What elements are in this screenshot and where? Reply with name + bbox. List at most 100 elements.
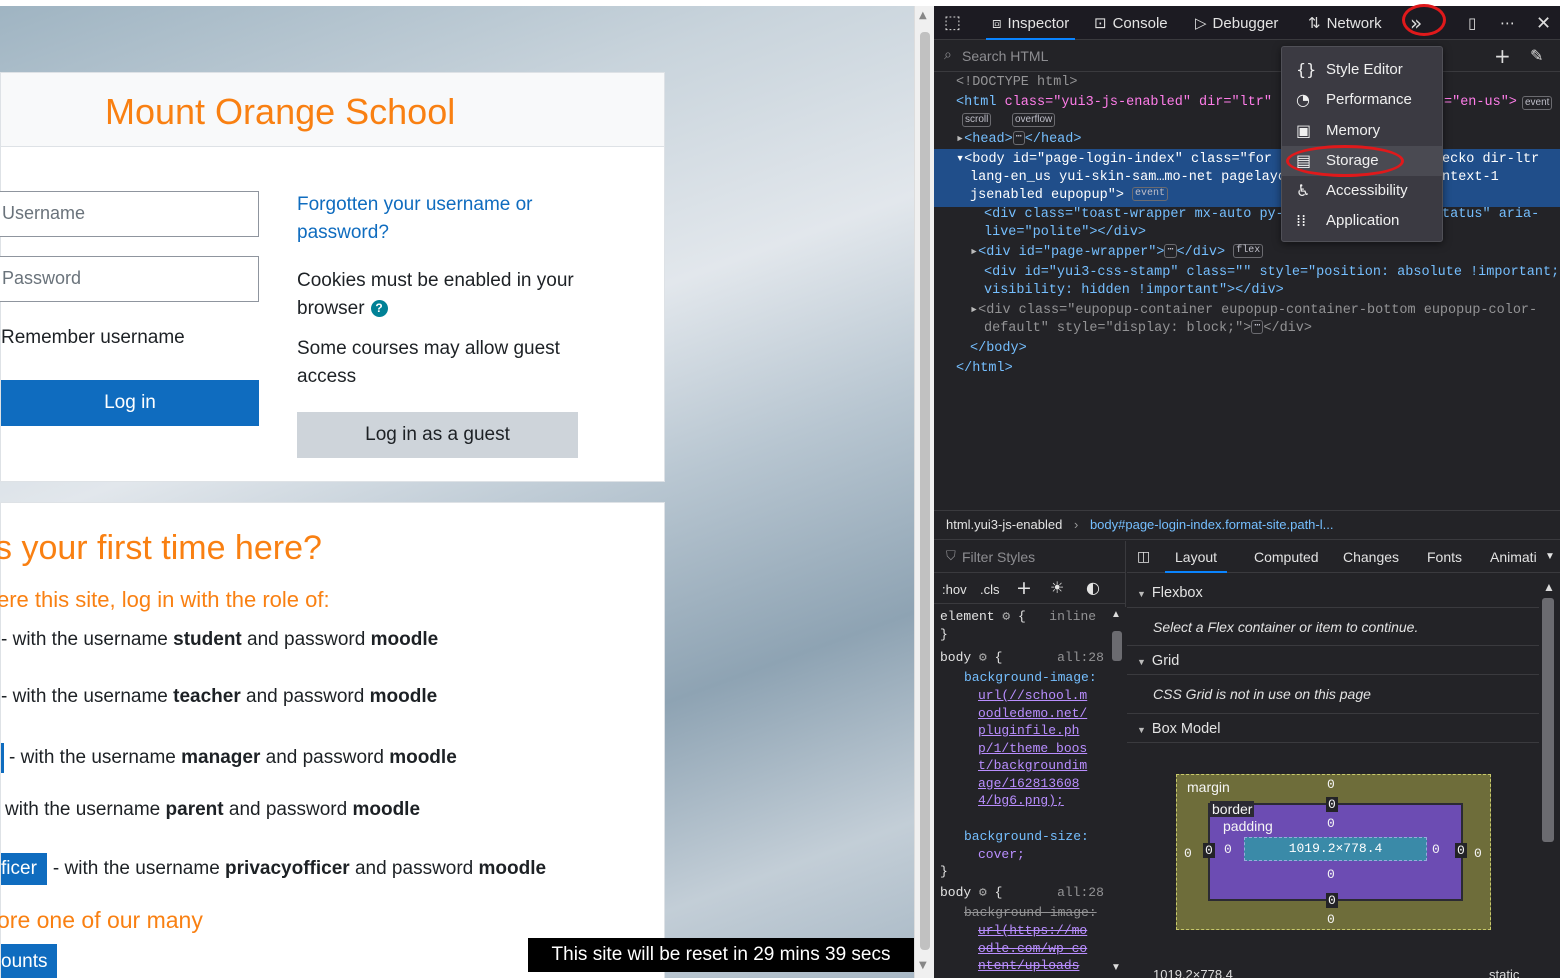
accounts-button[interactable]: ounts [1, 944, 58, 978]
toggle-sidebar-icon[interactable]: ◫ [1137, 541, 1150, 573]
margin-left-value[interactable]: 0 [1184, 846, 1192, 861]
tab-layout[interactable]: Layout [1165, 541, 1228, 573]
scroll-badge[interactable]: scroll [962, 113, 992, 127]
css-prop[interactable]: background-size: [964, 828, 1089, 846]
forgot-password-link[interactable]: Forgotten your username or password? [297, 191, 577, 247]
rule-source[interactable]: all:28 [1057, 650, 1104, 665]
ellipsis-badge[interactable]: ⋯ [1251, 320, 1264, 335]
border-bottom-value[interactable]: 0 [1326, 893, 1338, 908]
manager-role-button[interactable] [1, 743, 4, 773]
light-mode-icon[interactable]: ☀ [1050, 578, 1064, 597]
body-node-line-1[interactable]: ▾<body id="page-login-index" class="for [956, 151, 1272, 169]
scroll-up-icon[interactable]: ▲ [1543, 580, 1555, 594]
layout-scrollbar[interactable]: ▲ [1539, 578, 1560, 978]
tag: <div class="toast-wrapper mx-auto py- [984, 207, 1284, 222]
filter-styles-input[interactable]: Filter Styles [962, 549, 1035, 565]
border-left-value[interactable]: 0 [1203, 843, 1215, 858]
menu-item-accessibility[interactable]: ♿ Accessibility [1282, 176, 1442, 206]
grid-section-header[interactable]: ▼ Grid [1127, 645, 1539, 675]
login-button[interactable]: Log in [1, 380, 259, 426]
html-close: </html> [956, 361, 1013, 376]
margin-right-value[interactable]: 0 [1474, 846, 1482, 861]
css-prop[interactable]: background-image: [964, 669, 1097, 687]
css-value[interactable]: cover; [978, 846, 1025, 864]
password-input[interactable]: Password [0, 256, 259, 302]
menu-item-memory[interactable]: ▣ Memory [1282, 116, 1442, 146]
username-input[interactable]: Username [0, 191, 259, 237]
ellipsis-badge[interactable]: ⋯ [1164, 244, 1177, 259]
overflow-badge[interactable]: overflow [1012, 113, 1056, 127]
overridden-value[interactable]: url(https://moodle.com/wp-content/upload… [978, 922, 1092, 978]
page-scrollbar[interactable]: ▲ ▼ [914, 6, 934, 978]
privacyofficer-role-button[interactable]: ficer [1, 853, 47, 885]
menu-item-application[interactable]: ⁞⁞ Application [1282, 206, 1442, 236]
border-top-value[interactable]: 0 [1326, 797, 1338, 812]
tab-debugger[interactable]: ▷ Debugger [1195, 6, 1278, 40]
remember-username-label[interactable]: Remember username [1, 327, 185, 349]
rules-scrollbar[interactable]: ▲ ▼ [1108, 607, 1126, 978]
scroll-down-icon[interactable]: ▼ [1111, 962, 1121, 973]
scroll-down-icon[interactable]: ▼ [919, 960, 927, 971]
tab-fonts[interactable]: Fonts [1427, 541, 1462, 573]
breadcrumb-item[interactable]: html.yui3-js-enabled [946, 517, 1062, 532]
search-html-input[interactable]: Search HTML [962, 48, 1048, 64]
add-node-icon[interactable]: + [1494, 44, 1511, 68]
page-wrapper-node[interactable]: ▸<div id="page-wrapper"> ⋯ </div> flex [970, 244, 1264, 262]
add-rule-icon[interactable]: + [1016, 577, 1032, 599]
dark-mode-icon[interactable]: ◐ [1086, 578, 1100, 597]
padding-bottom-value[interactable]: 0 [1327, 867, 1335, 882]
annotation-circle-overflow [1402, 4, 1446, 36]
eyedropper-icon[interactable]: ✎ [1530, 46, 1543, 65]
flexbox-section-header[interactable]: ▼ Flexbox [1127, 578, 1539, 608]
scroll-up-icon[interactable]: ▲ [919, 10, 927, 21]
help-icon[interactable]: ? [370, 300, 388, 318]
tab-animations[interactable]: Animati [1490, 541, 1537, 573]
box-model-section-header[interactable]: ▼ Box Model [1127, 713, 1539, 743]
more-options-icon[interactable]: ⋯ [1500, 6, 1515, 40]
menu-item-style-editor[interactable]: {} Style Editor [1282, 55, 1442, 85]
tab-network[interactable]: ⇅ Network [1308, 6, 1382, 40]
flex-badge[interactable]: flex [1233, 244, 1264, 259]
scrollbar-thumb[interactable] [1112, 631, 1122, 661]
scroll-up-icon[interactable]: ▲ [1111, 609, 1121, 620]
tab-console[interactable]: ⊡ Console [1094, 6, 1168, 40]
event-badge[interactable]: event [1132, 187, 1169, 202]
breadcrumb-item[interactable]: body#page-login-index.format-site.path-l… [1090, 517, 1334, 532]
close-icon[interactable]: ✕ [1536, 6, 1551, 40]
head-node[interactable]: ▸<head> ⋯ </head> [956, 131, 1082, 149]
margin-bottom-value[interactable]: 0 [1327, 912, 1335, 927]
console-icon: ⊡ [1094, 14, 1107, 32]
margin-top-value[interactable]: 0 [1327, 777, 1335, 792]
hov-toggle[interactable]: :hov [942, 582, 967, 597]
cls-toggle[interactable]: .cls [980, 582, 1000, 597]
tag: <body id="page-login-index" class="for [964, 152, 1272, 167]
guest-login-button[interactable]: Log in as a guest [297, 412, 578, 458]
tab-changes[interactable]: Changes [1343, 541, 1399, 573]
event-badge[interactable]: event [1522, 96, 1553, 110]
rule-source[interactable]: all:28 [1057, 885, 1104, 900]
cookies-notice: Cookies must be enabled in your browser? [297, 267, 587, 323]
padding-top-value[interactable]: 0 [1327, 816, 1335, 831]
element-picker-icon[interactable]: ⬚ [944, 6, 961, 40]
toast-wrapper-node[interactable]: <div class="toast-wrapper mx-auto py- [984, 206, 1284, 224]
role-username: parent [165, 799, 224, 820]
eupopup-node[interactable]: ▸<div class="eupopup-container eupopup-c… [970, 302, 1537, 320]
box-model-content[interactable]: 1019.2×778.4 [1244, 837, 1427, 861]
role-username: privacyofficer [225, 858, 350, 880]
padding-right-value[interactable]: 0 [1432, 842, 1440, 857]
css-stamp-node[interactable]: <div id="yui3-css-stamp" class="" style=… [984, 264, 1559, 282]
html-open-line[interactable]: <html class="yui3-js-enabled" dir="ltr" [956, 94, 1272, 112]
responsive-design-icon[interactable]: ▯ [1468, 6, 1476, 40]
overridden-prop[interactable]: background-image: [964, 904, 1097, 922]
menu-item-performance[interactable]: ◔ Performance [1282, 85, 1442, 115]
scrollbar-thumb[interactable] [1542, 598, 1554, 842]
border-right-value[interactable]: 0 [1455, 843, 1467, 858]
css-url-value[interactable]: url(//school.moodledemo.net/pluginfile.p… [978, 687, 1092, 810]
ellipsis-badge[interactable]: ⋯ [1012, 131, 1025, 146]
tab-computed[interactable]: Computed [1254, 541, 1319, 573]
padding-left-value[interactable]: 0 [1224, 842, 1232, 857]
scrollbar-thumb[interactable] [920, 32, 930, 950]
role-line-student: - with the username student and password… [1, 629, 438, 651]
tabs-overflow-icon[interactable]: ▼ [1545, 541, 1555, 573]
tab-inspector[interactable]: ⧈ Inspector [986, 6, 1076, 40]
